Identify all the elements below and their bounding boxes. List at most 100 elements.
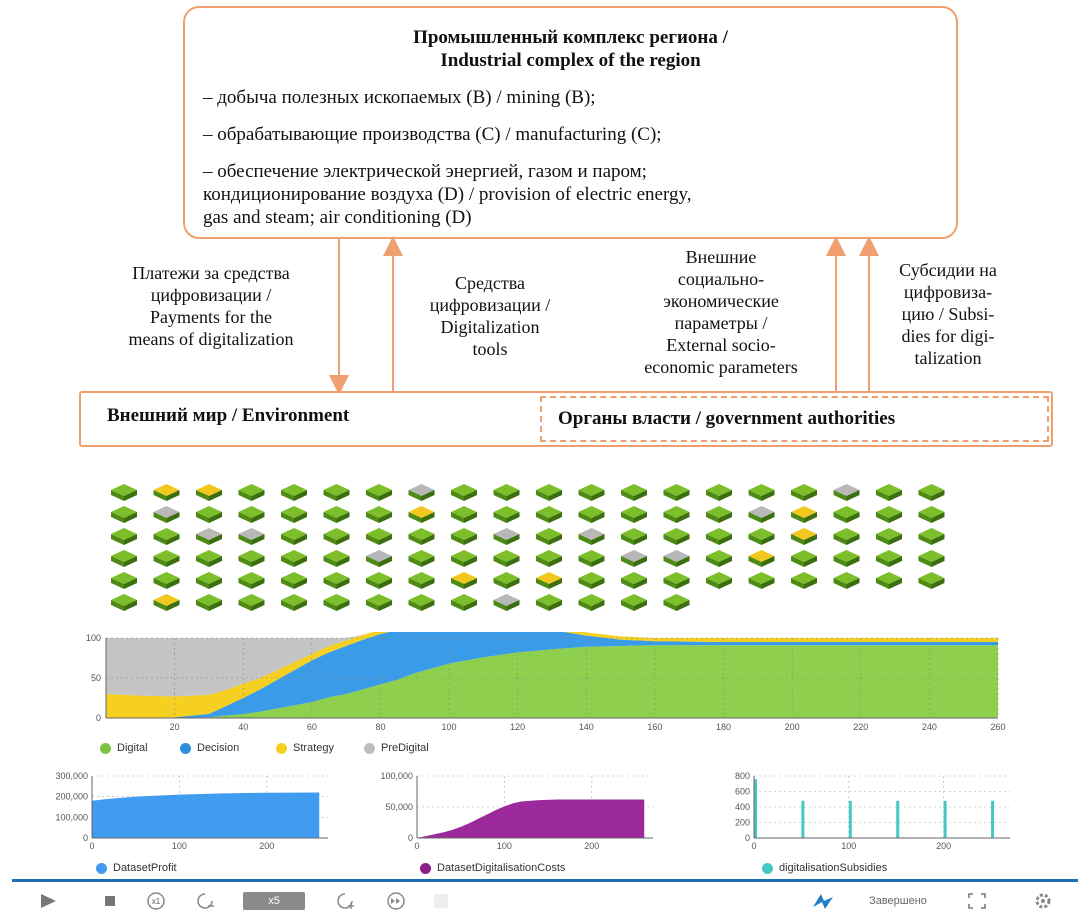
legend-subsidies: digitalisationSubsidies [762,862,887,874]
agent-cube [536,594,562,611]
y-tick-label: 0 [96,713,101,723]
subsidy-spike [991,800,995,838]
agent-cube [111,572,137,589]
x-tick-label: 100 [841,841,856,850]
agent-cube [111,506,137,523]
play-icon [41,893,56,908]
fullscreen-icon [968,892,986,909]
anylogic-logo [808,882,838,919]
agent-cube [493,572,520,589]
legend-profit: DatasetProfit [96,862,177,874]
status-label: Завершено [869,894,927,907]
fast-forward-button[interactable] [382,882,410,919]
play-button[interactable] [34,882,62,919]
x-tick-label: 200 [936,841,951,850]
x-tick-label: 200 [785,722,800,732]
y-tick-label: 50,000 [385,802,413,812]
y-tick-label: 400 [735,802,750,812]
agent-cube [238,594,265,611]
agent-cube [578,528,605,545]
slow-down-icon [197,892,214,909]
agent-cube [918,572,945,589]
agent-cube [833,528,860,545]
agent-cube [408,594,435,611]
legend-digital: Digital [100,742,148,754]
x-tick-label: 140 [579,722,594,732]
label-subsidies: Субсидии на цифровиза- цию / Subsi- dies… [899,260,997,368]
agent-cube [663,572,690,589]
step-button[interactable] [430,882,452,919]
series-area [417,799,645,838]
y-tick-label: 200,000 [55,792,88,802]
agent-cube [621,484,647,501]
legend-predigital: PreDigital [364,742,429,754]
x-tick-label: 100 [497,841,512,850]
y-tick-label: 0 [83,833,88,843]
x-tick-label: 200 [584,841,599,850]
y-tick-label: 200 [735,818,750,828]
agent-cube [153,572,180,589]
agent-cube [366,506,392,523]
agent-cube [323,572,350,589]
speed-reset-button[interactable]: x1 [142,882,170,919]
fullscreen-button[interactable] [962,882,992,919]
simulation-toolbar: x1 x5 Завершено [12,879,1078,919]
subsidy-spike [896,800,900,838]
agent-cube [451,506,477,523]
x-tick-label: 60 [307,722,317,732]
series-area [92,792,320,838]
agent-cube [791,528,817,545]
agent-cube [408,550,435,567]
agent-cube [323,550,350,567]
agent-cube [238,528,265,545]
agent-cube [408,528,435,545]
agent-cube [536,484,562,501]
agent-cube [833,550,860,567]
x-tick-label: 0 [414,841,419,850]
agent-cube [536,528,562,545]
speed-indicator: x5 [242,882,306,919]
agent-cube [876,528,902,545]
x-tick-label: 160 [647,722,662,732]
speed-up-button[interactable] [332,882,360,919]
settings-button[interactable] [1028,882,1058,919]
decision-dot-icon [180,742,191,754]
x-tick-label: 200 [259,841,274,850]
agent-cube [323,528,350,545]
agent-cube [918,528,945,545]
label-digitalization-tools: Средства цифровизации / Digitalization t… [429,273,551,359]
agent-cube [451,484,477,501]
agent-cube [196,528,222,545]
slow-down-button[interactable] [192,882,220,919]
agent-cube [706,550,732,567]
x-tick-label: 120 [510,722,525,732]
agent-cube [748,506,775,523]
agent-cube [748,528,775,545]
legend-strategy: Strategy [276,742,334,754]
agent-cube [706,528,732,545]
agent-cube [578,550,605,567]
agent-cube [536,506,562,523]
agent-cube [238,484,265,501]
gear-icon [1035,893,1051,908]
agent-cube [833,572,860,589]
agent-cube [281,484,307,501]
x-tick-label: 260 [990,722,1005,732]
agent-cube [408,506,435,523]
agent-cube [153,550,180,567]
x-tick-label: 180 [716,722,731,732]
y-tick-label: 100,000 [55,812,88,822]
x-tick-label: 20 [170,722,180,732]
legend-decision: Decision [180,742,239,754]
costs-chart: 0 50,000 100,000 0 100 200 [380,771,653,850]
agent-cube [408,572,435,589]
subsidy-spike [848,800,852,838]
subsidy-spike [801,800,805,838]
fast-forward-icon [387,891,405,910]
stop-button[interactable] [98,882,122,919]
agent-cube [196,572,222,589]
agent-cube [111,528,137,545]
y-tick-label: 100,000 [380,771,413,781]
agent-cube [281,506,307,523]
agent-cube [663,506,690,523]
